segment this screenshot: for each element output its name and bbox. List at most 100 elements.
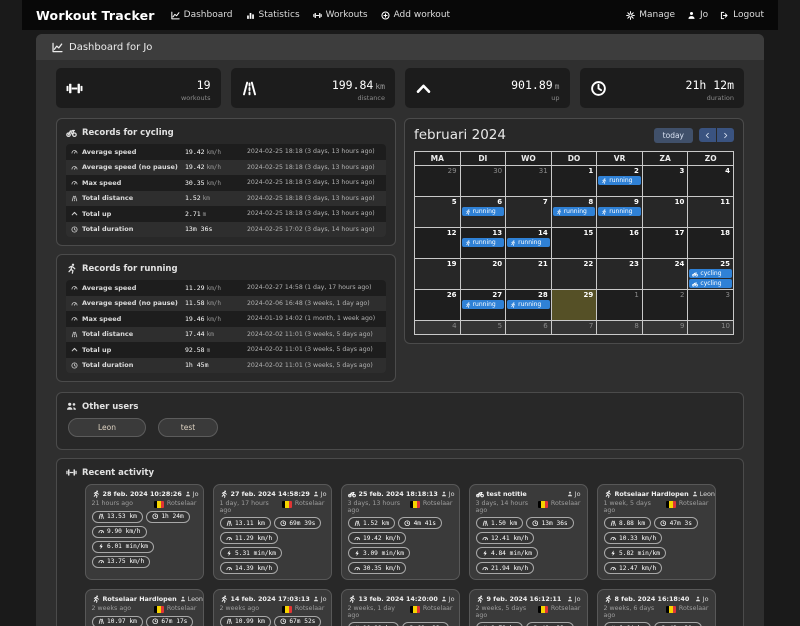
record-value-number: 13m 36s	[185, 225, 213, 234]
event-chip-running[interactable]: running	[598, 176, 641, 185]
event-chip-running[interactable]: running	[598, 207, 641, 216]
event-chip-running[interactable]: running	[507, 238, 550, 247]
record-date: 2024-02-25 17:02 (3 days, 14 hours ago)	[247, 225, 375, 233]
chevron-right-icon	[722, 132, 729, 139]
nav-item-manage[interactable]: Manage	[626, 10, 675, 20]
activity-time-ago: 2 weeks, 5 days ago	[475, 605, 527, 619]
stat-badge: 9.90 km/h	[91, 525, 147, 538]
nav-item-logout[interactable]: Logout	[720, 10, 764, 20]
other-users-title: Other users	[82, 401, 139, 412]
record-date: 2024-02-27 14:58 (1 day, 17 hours ago)	[247, 284, 372, 292]
event-chip-running[interactable]: running	[461, 300, 505, 309]
calendar-day-10: 10	[642, 197, 688, 227]
activity-card-header: 13 feb. 2024 14:20:00 Jo	[348, 595, 455, 603]
today-button[interactable]: today	[653, 127, 693, 143]
stat-card-up: 901.89 m up	[405, 68, 570, 108]
event-chip-cycling[interactable]: cycling	[689, 269, 732, 278]
activity-location-name: Rotselaar	[422, 605, 453, 612]
stat-badge: 8.78 km	[475, 622, 524, 626]
record-value-unit: km/h	[206, 148, 222, 156]
activity-card[interactable]: 25 feb. 2024 18:18:13 Jo 3 days, 13 hours …	[340, 484, 460, 580]
record-value-number: 19.42	[185, 163, 205, 172]
chart-line-icon	[171, 11, 180, 20]
activity-time-ago: 2 weeks, 6 days ago	[603, 605, 655, 619]
record-label-text: Total distance	[82, 194, 134, 203]
activity-card[interactable]: 27 feb. 2024 14:58:29 Jo 1 day, 17 hours a…	[212, 484, 332, 580]
activity-time-ago: 3 days, 14 hours ago	[475, 500, 529, 514]
person-icon	[567, 596, 573, 602]
activity-badges: 1.52 km 4m 41s 19.42 km/h 3.09 min/km 30.35 …	[347, 517, 453, 574]
day-number: 14	[537, 229, 548, 237]
nav-item-add-workout[interactable]: Add workout	[381, 10, 450, 20]
activity-location-name: Rotselaar	[166, 500, 197, 507]
road-icon	[98, 618, 105, 625]
day-number: 25	[720, 260, 730, 268]
calendar-header: februari 2024 today	[414, 127, 734, 143]
nav-item-statistics[interactable]: Statistics	[246, 10, 300, 20]
stat-badge-value: 10.97 km	[107, 618, 137, 625]
day-number: 8	[588, 198, 594, 206]
record-value-number: 19.46	[185, 314, 205, 323]
calendar-day-21: 21	[506, 259, 551, 289]
gauge-icon	[71, 164, 78, 171]
stat-badge: 47m 3s	[654, 517, 698, 529]
event-chip-running[interactable]: running	[461, 207, 505, 216]
calendar-grid: MA DI WO DO VR ZA ZO 29 30 31 1 2 running 3 4 5 6 running…	[414, 151, 734, 335]
activity-card[interactable]: test notitie Jo 3 days, 14 hours ago Rotsel…	[468, 484, 588, 580]
record-row-max-speed: Max speed 19.46 km/h 2024-01-19 14:02 (1 mo…	[66, 311, 386, 327]
stat-value: 199.84 km	[332, 74, 385, 93]
stat-badge-value: 12.41 km/h	[491, 534, 529, 542]
activity-title: Rotselaar Hardlopen	[102, 595, 177, 603]
day-number: 2	[679, 291, 685, 299]
activity-card-header: test notitie Jo	[475, 490, 581, 498]
activity-card[interactable]: Rotselaar Hardlopen Leon 2 weeks ago Rotsel…	[84, 589, 204, 626]
activity-time-ago: 3 days, 13 hours ago	[347, 500, 401, 514]
record-date: 2024-02-25 18:18 (3 days, 13 hours ago)	[247, 179, 375, 187]
event-chip-running[interactable]: running	[507, 300, 550, 309]
nav-item-jo[interactable]: Jo	[687, 10, 708, 20]
record-value-unit: km	[202, 195, 210, 203]
activity-card[interactable]: 14 feb. 2024 17:03:13 Jo 2 weeks ago Rotsel…	[212, 589, 332, 626]
activity-user: Jo	[313, 490, 327, 498]
stat-badge-value: 19.42 km/h	[363, 534, 401, 542]
person-icon	[567, 491, 573, 497]
record-date: 2024-02-25 18:18 (3 days, 13 hours ago)	[247, 210, 375, 218]
activity-card[interactable]: 9 feb. 2024 16:12:11 Jo 2 weeks, 5 days ag…	[468, 589, 588, 626]
runner-icon	[601, 177, 607, 184]
record-value: 11.29 km/h	[185, 284, 247, 292]
activity-user: Leon	[692, 490, 715, 498]
event-chip-running[interactable]: running	[461, 238, 505, 247]
user-button-leon[interactable]: Leon	[68, 418, 146, 437]
event-chip-cycling[interactable]: cycling	[689, 279, 732, 288]
chevron-up-icon	[71, 346, 78, 353]
nav-item-dashboard[interactable]: Dashboard	[171, 10, 233, 20]
day-number: 5	[451, 198, 457, 206]
event-chip-running[interactable]: running	[552, 207, 596, 216]
activity-card[interactable]: 8 feb. 2024 16:18:40 Jo 2 weeks, 6 days ag…	[596, 589, 716, 626]
calendar-day-13: 13 running	[460, 228, 506, 258]
stat-value-unit: km	[375, 82, 385, 91]
stat-label: distance	[357, 94, 385, 102]
activity-meta: 2 weeks, 5 days ago Rotselaar	[476, 605, 581, 619]
gauge-icon	[482, 565, 489, 572]
calendar-panel: februari 2024 today MA DI WO DO VR ZA ZO 29 30 31…	[404, 118, 744, 344]
clock-icon	[660, 520, 667, 527]
record-value-number: 17.44	[185, 330, 205, 339]
user-button-test[interactable]: test	[158, 418, 218, 437]
activity-card[interactable]: 13 feb. 2024 14:20:00 Jo 2 weeks, 1 day ag…	[340, 589, 460, 626]
prev-month-button[interactable]	[699, 128, 716, 142]
road-icon	[482, 520, 489, 527]
activity-location-name: Rotselaar	[166, 605, 197, 612]
activity-card[interactable]: Rotselaar Hardlopen Leon 1 week, 5 days ag…	[596, 484, 716, 580]
recent-activity-title: Recent activity	[82, 467, 154, 478]
calendar-day-7: 7	[506, 197, 551, 227]
nav-item-workouts[interactable]: Workouts	[312, 10, 368, 20]
day-number: 17	[674, 229, 685, 237]
gauge-icon	[226, 565, 233, 572]
activity-user-name: Jo	[192, 490, 199, 498]
activity-badges: 1.50 km 13m 36s 12.41 km/h 4.84 min/km 21.94…	[475, 517, 581, 574]
next-month-button[interactable]	[717, 128, 734, 142]
stat-badge-value: 4m 41s	[413, 519, 436, 527]
calendar-day-11: 11	[688, 197, 733, 227]
activity-card[interactable]: 28 feb. 2024 10:28:26 Jo 21 hours ago Rotse…	[84, 484, 204, 580]
